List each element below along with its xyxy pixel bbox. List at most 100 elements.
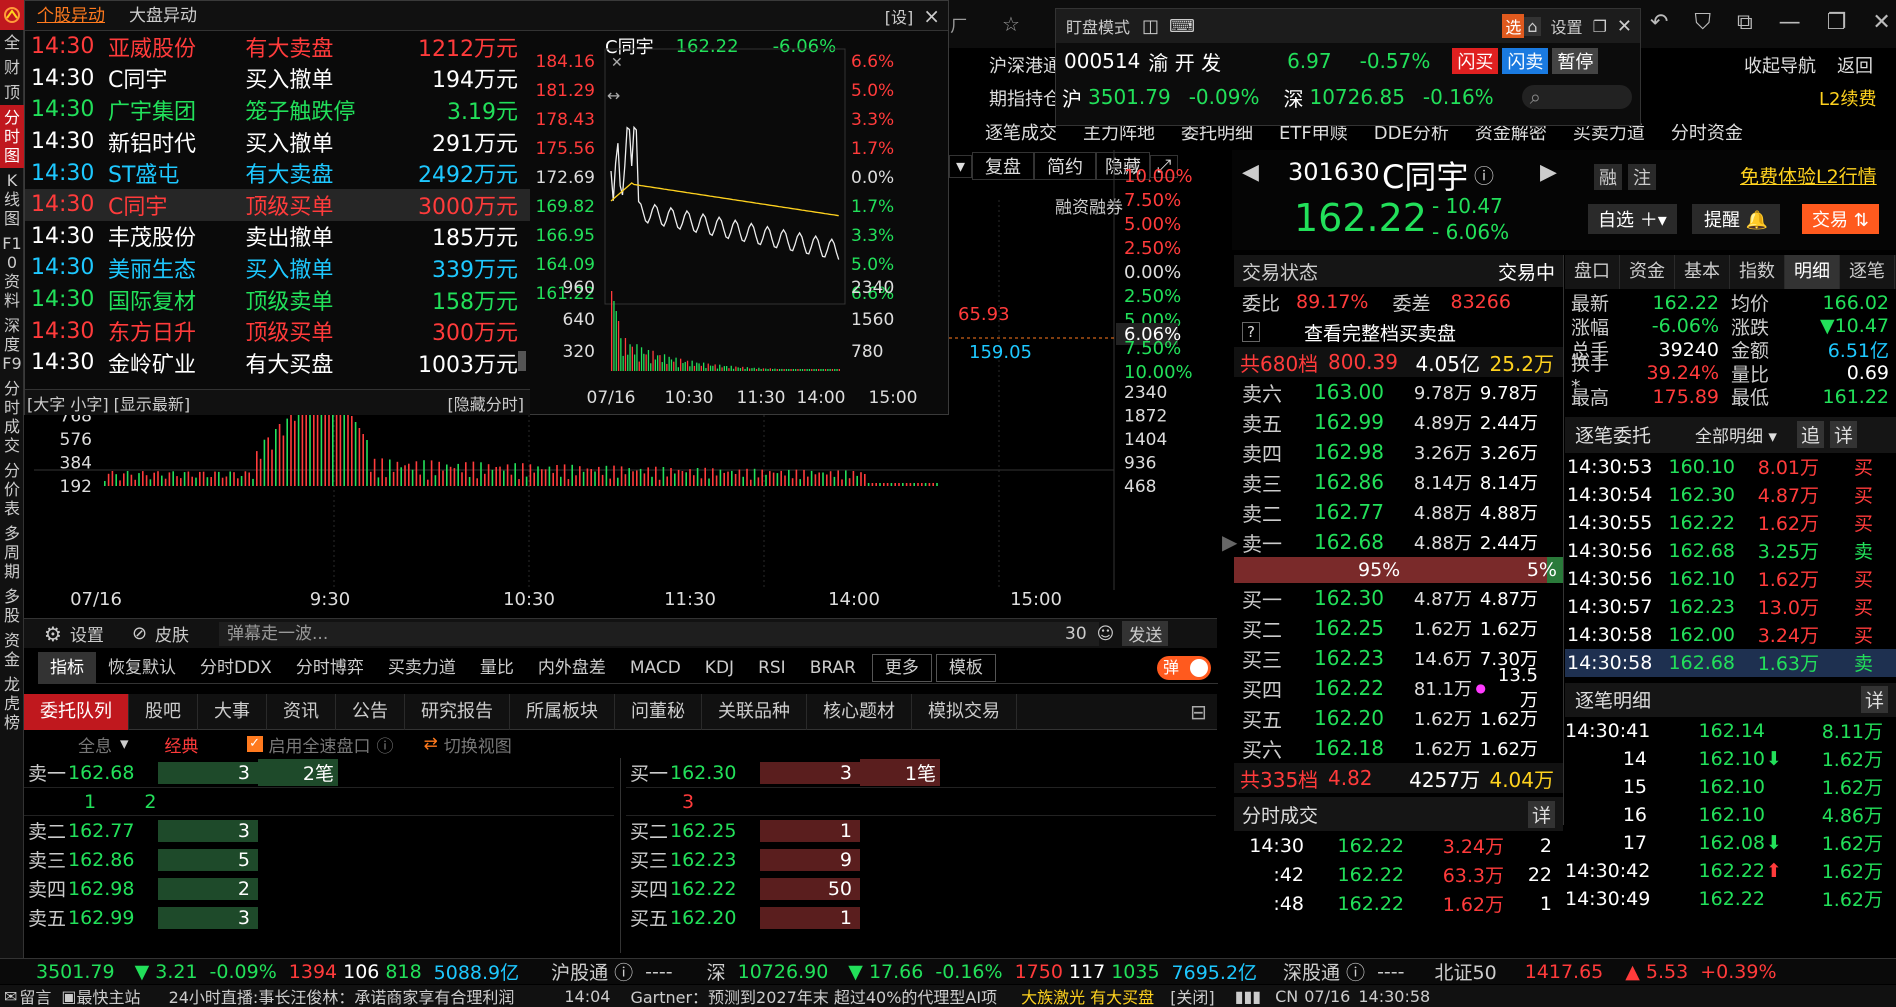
indicator-12[interactable]: 模板 (935, 653, 996, 682)
sell-queue-row[interactable]: 卖二 162.77 3 (24, 816, 614, 845)
order-row[interactable]: 14:30:58 162.00 3.24万 买 (1565, 621, 1896, 649)
detail-tab-5[interactable]: 逐笔 (1840, 255, 1895, 289)
flash-sell-button[interactable]: 闪卖 (1502, 48, 1549, 74)
indicator-10[interactable]: BRAR (798, 652, 868, 684)
bottom-tab-8[interactable]: 关联品种 (702, 693, 807, 730)
left-tab-2[interactable]: 顶 (0, 80, 24, 105)
order-row[interactable]: 14:30:57 162.23 13.0万 买 (1565, 593, 1896, 621)
alert-scrollbar[interactable] (518, 351, 526, 371)
bottom-tab-3[interactable]: 资讯 (267, 693, 336, 730)
chart-splitter-handle[interactable]: ▶ (1222, 530, 1237, 570)
minimize-icon[interactable]: — (1779, 10, 1801, 40)
font-size-toggle[interactable]: [大字 小字] [显示最新] (25, 391, 190, 415)
indicator-2[interactable]: 分时DDX (188, 652, 284, 684)
left-tab-5[interactable]: F10资料 (0, 231, 24, 313)
news-headline-1[interactable]: 24小时直播:事长汪俊林：承诺商家享有合理利润 (169, 985, 515, 1007)
indicator-9[interactable]: RSI (746, 652, 798, 684)
note-tag[interactable]: 注 (1628, 164, 1656, 190)
queue-dropdown-icon[interactable]: ▾ (120, 734, 129, 754)
ticks-detail-button[interactable]: 详 (1527, 800, 1555, 828)
server-icon[interactable]: ▣ (61, 987, 76, 1006)
sell-level-row[interactable]: 卖五 162.99 4.89万 2.44万 (1234, 407, 1563, 437)
alert-row[interactable]: 14:30 国际复材 顶级卖单 158万元 (25, 284, 530, 316)
sell-level-row[interactable]: 卖一 162.68 4.88万 2.44万 (1234, 527, 1563, 557)
stock-info-icon[interactable]: ⓘ (1474, 160, 1494, 189)
alert-row[interactable]: 14:30 ST盛屯 有大卖盘 2492万元 (25, 157, 530, 189)
back-arrow-icon[interactable]: ↶ (1650, 10, 1668, 40)
bottom-tab-6[interactable]: 所属板块 (510, 693, 615, 730)
pause-button[interactable]: 暂停 (1552, 48, 1599, 74)
indicator-4[interactable]: 买卖力道 (376, 652, 468, 684)
next-stock-icon[interactable]: ▶ (1540, 160, 1557, 185)
app-logo[interactable] (0, 0, 24, 30)
orders-detail-button[interactable]: 详 (1829, 421, 1857, 448)
alert-row[interactable]: 14:30 C同宇 顶级买单 3000万元 (25, 188, 530, 221)
left-tab-3[interactable]: 分时图 (0, 105, 24, 168)
indicator-0[interactable]: 指标 (38, 651, 96, 684)
indicator-8[interactable]: KDJ (693, 652, 746, 684)
help-question-icon[interactable]: ? (1242, 322, 1260, 342)
switch-view-label[interactable]: 切换视图 (444, 732, 512, 757)
tab-stock-alerts[interactable]: 个股异动 (25, 1, 117, 31)
bottom-tab-9[interactable]: 核心题材 (807, 693, 912, 730)
sz-index[interactable]: 10726.90 (732, 961, 835, 983)
emoji-icon[interactable]: ☺ (1097, 624, 1115, 644)
bottom-tab-4[interactable]: 公告 (336, 693, 405, 730)
indicator-6[interactable]: 内外盘差 (526, 652, 618, 684)
alert-row[interactable]: 14:30 广宇集团 笼子触跌停 3.19元 (25, 94, 530, 126)
left-tab-6[interactable]: 深度F9 (0, 313, 24, 376)
sgt-label[interactable]: 深股通 (1277, 958, 1346, 985)
buy-level-row[interactable]: 买一 162.30 4.87万 4.87万 (1234, 583, 1563, 613)
detail-tab-4[interactable]: 明细 (1785, 255, 1840, 289)
external-icon[interactable]: ⧉ (1737, 10, 1753, 40)
sell-queue-row[interactable]: 卖四 162.98 2 (24, 874, 614, 903)
prev-stock-icon[interactable]: ◀ (1242, 160, 1259, 185)
hide-chart-button[interactable]: [隐藏分时] (448, 391, 531, 415)
alert-row[interactable]: 14:30 C同宇 买入撤单 194万元 (25, 63, 530, 95)
bottom-tab-10[interactable]: 模拟交易 (912, 693, 1017, 730)
bottom-tab-0[interactable]: 委托队列 (24, 693, 129, 730)
order-row[interactable]: 14:30:54 162.30 4.87万 买 (1565, 481, 1896, 509)
left-tab-10[interactable]: 多股 (0, 584, 24, 628)
bottom-tab-1[interactable]: 股吧 (129, 693, 198, 730)
orders-filter[interactable]: 全部明细 ▾ (1695, 422, 1777, 447)
detail-tab-0[interactable]: 盘口 (1565, 255, 1620, 289)
left-tab-7[interactable]: 分时成交 (0, 376, 24, 458)
help-icon[interactable]: ⓘ (377, 732, 394, 757)
chart-settings-label[interactable]: 设置 (70, 621, 104, 646)
star-icon[interactable]: ☆ (1002, 12, 1020, 36)
switch-view-icon[interactable]: ⇄ (424, 734, 438, 754)
indicator-3[interactable]: 分时博弈 (284, 652, 376, 684)
sell-level-row[interactable]: 卖六 163.00 9.78万 9.78万 (1234, 377, 1563, 407)
monitor-layout-icon[interactable]: ◫ (1142, 16, 1159, 37)
hgt-help-icon[interactable]: ⓘ (614, 958, 633, 985)
queue-classic-tab[interactable]: 经典 (165, 732, 199, 757)
indicator-1[interactable]: 恢复默认 (96, 652, 188, 684)
popup-settings-button[interactable]: [设] (885, 4, 914, 28)
order-row[interactable]: 14:30:55 162.22 1.62万 买 (1565, 509, 1896, 537)
free-l2-link[interactable]: 免费体验L2行情 (1740, 162, 1877, 189)
l2-renew-link[interactable]: L2续费 (1819, 85, 1876, 111)
monitor-select-button[interactable]: 选 (1502, 14, 1525, 38)
order-row[interactable]: 14:30:56 162.68 3.25万 卖 (1565, 537, 1896, 565)
alert-row[interactable]: 14:30 东方日升 顶级买单 300万元 (25, 315, 530, 347)
alert-row[interactable]: 14:30 金岭矿业 有大买盘 1003万元 (25, 347, 530, 379)
buy-queue-row[interactable]: 买二 162.25 1 (626, 816, 1216, 845)
monitor-keyboard-icon[interactable]: ⌨ (1169, 16, 1195, 37)
skin-label[interactable]: 皮肤 (155, 621, 189, 646)
sell-level-row[interactable]: 卖三 162.86 8.14万 8.14万 (1234, 467, 1563, 497)
bottom-tab-7[interactable]: 问董秘 (615, 693, 702, 730)
sell-queue-row[interactable]: 卖三 162.86 5 (24, 845, 614, 874)
sell-queue-row[interactable]: 卖五 162.99 3 (24, 903, 614, 932)
danmu-toggle[interactable]: 弹 (1157, 656, 1211, 680)
order-row[interactable]: 14:30:58 162.68 1.63万 卖 (1565, 648, 1896, 677)
buy-queue-row[interactable]: 买一 162.30 3 1笔 (626, 758, 1216, 787)
bottom-tab-2[interactable]: 大事 (198, 693, 267, 730)
popup-close-button[interactable]: × (923, 4, 940, 28)
send-button[interactable]: 发送 (1122, 621, 1169, 646)
panel-collapse-icon[interactable]: ⊟ (1190, 700, 1207, 724)
buy-level-row[interactable]: 买六 162.18 1.62万 1.62万 (1234, 733, 1563, 763)
bottom-tab-5[interactable]: 研究报告 (405, 693, 510, 730)
restore-icon[interactable]: ❐ (1827, 10, 1847, 40)
sell-level-row[interactable]: 卖二 162.77 4.88万 4.88万 (1234, 497, 1563, 527)
